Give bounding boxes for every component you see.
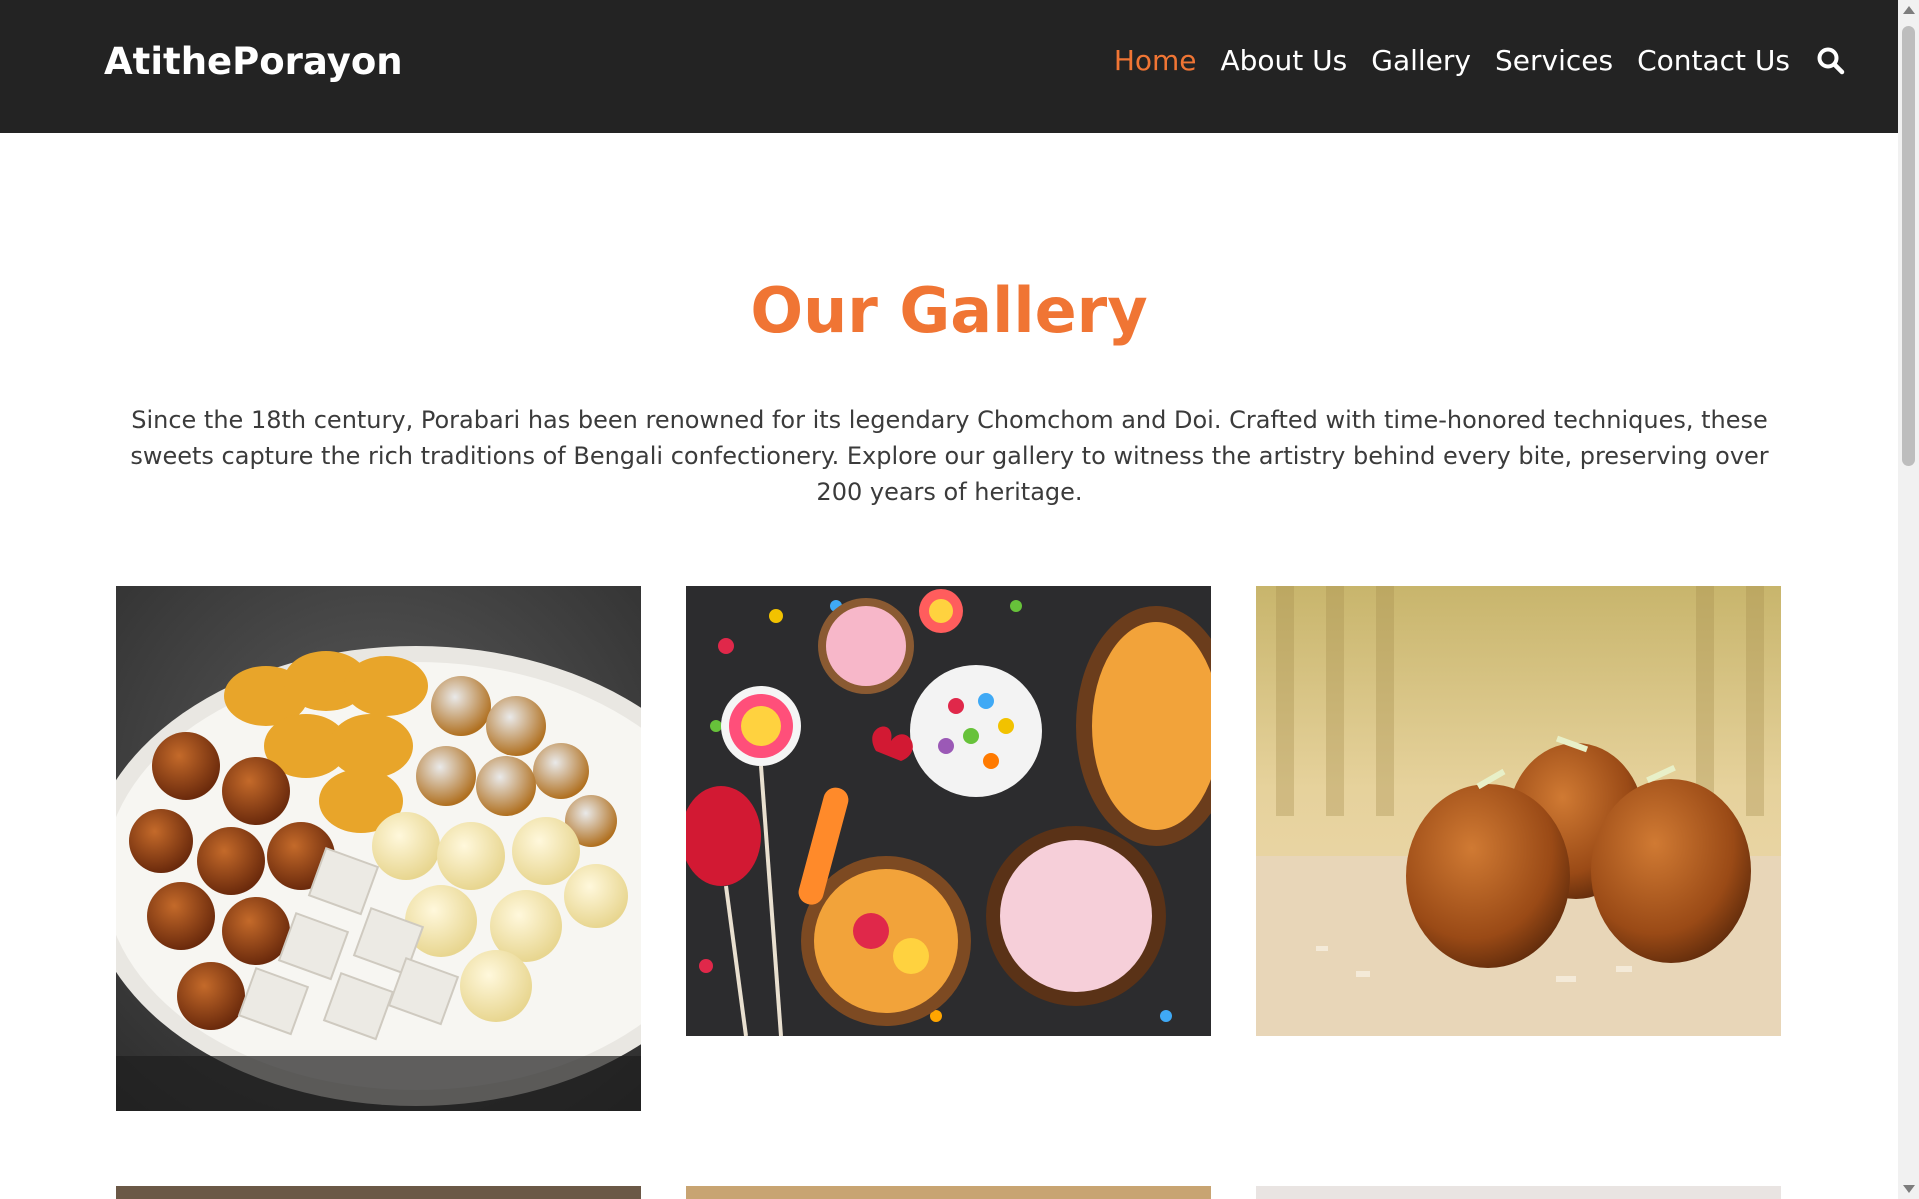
nav-contact-us[interactable]: Contact Us bbox=[1637, 44, 1790, 77]
scroll-thumb[interactable] bbox=[1902, 26, 1915, 466]
gallery-title: Our Gallery bbox=[750, 274, 1148, 347]
gallery-image-6[interactable] bbox=[1256, 1186, 1781, 1199]
main-nav: Home About Us Gallery Services Contact U… bbox=[1090, 44, 1846, 77]
nav-gallery[interactable]: Gallery bbox=[1371, 44, 1471, 77]
nav-about-us[interactable]: About Us bbox=[1221, 44, 1348, 77]
nav-home[interactable]: Home bbox=[1114, 44, 1197, 77]
gallery-image-5[interactable] bbox=[686, 1186, 1211, 1199]
gallery-intro: Since the 18th century, Porabari has bee… bbox=[130, 406, 1769, 506]
gallery-image-sweets-platter[interactable] bbox=[116, 586, 641, 1111]
scroll-down-arrow-icon[interactable] bbox=[1903, 1185, 1915, 1193]
gallery-image-candies[interactable] bbox=[686, 586, 1211, 1036]
page: AtithePorayon Home About Us Gallery Serv… bbox=[0, 0, 1898, 1199]
nav-services[interactable]: Services bbox=[1495, 44, 1613, 77]
site-header: AtithePorayon Home About Us Gallery Serv… bbox=[0, 0, 1898, 133]
site-logo[interactable]: AtithePorayon bbox=[104, 40, 403, 83]
search-icon[interactable] bbox=[1816, 46, 1846, 76]
scroll-up-arrow-icon[interactable] bbox=[1903, 6, 1915, 14]
page-scrollbar[interactable] bbox=[1898, 0, 1919, 1199]
gallery-image-gulab-jamun[interactable] bbox=[1256, 586, 1781, 1036]
gallery-image-4[interactable] bbox=[116, 1186, 641, 1199]
